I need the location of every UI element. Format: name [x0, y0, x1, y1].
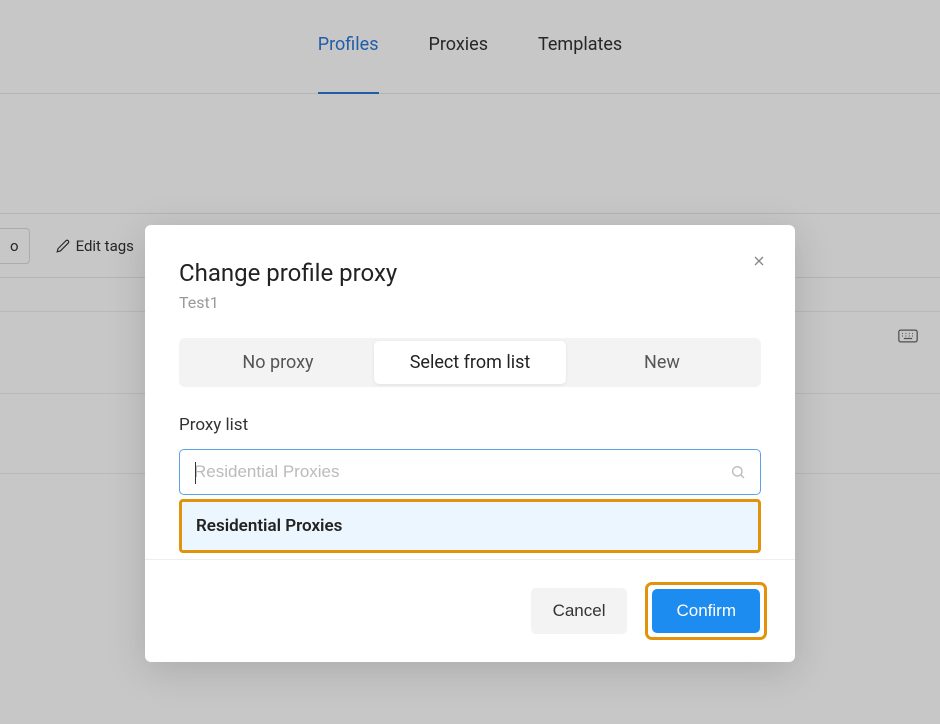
proxy-search-box[interactable]	[179, 449, 761, 495]
modal-overlay: Change profile proxy Test1 No proxy Sele…	[0, 0, 940, 724]
segment-select-from-list[interactable]: Select from list	[374, 341, 566, 384]
modal-subtitle: Test1	[179, 293, 761, 312]
proxy-mode-segmented: No proxy Select from list New	[179, 338, 761, 387]
segment-no-proxy[interactable]: No proxy	[182, 341, 374, 384]
modal-title: Change profile proxy	[179, 259, 761, 287]
text-cursor	[195, 462, 196, 484]
modal-footer: Cancel Confirm	[145, 559, 795, 662]
confirm-button-highlight: Confirm	[645, 582, 767, 640]
close-button[interactable]	[747, 249, 771, 273]
segment-new[interactable]: New	[566, 341, 758, 384]
proxy-list-label: Proxy list	[179, 415, 761, 435]
proxy-option-residential[interactable]: Residential Proxies	[179, 499, 761, 553]
close-icon	[751, 253, 767, 269]
confirm-button[interactable]: Confirm	[652, 589, 760, 633]
change-proxy-modal: Change profile proxy Test1 No proxy Sele…	[145, 225, 795, 662]
modal-body: Change profile proxy Test1 No proxy Sele…	[145, 225, 795, 559]
proxy-search-input[interactable]	[194, 462, 730, 482]
cancel-button[interactable]: Cancel	[531, 588, 628, 634]
search-icon	[730, 464, 746, 480]
